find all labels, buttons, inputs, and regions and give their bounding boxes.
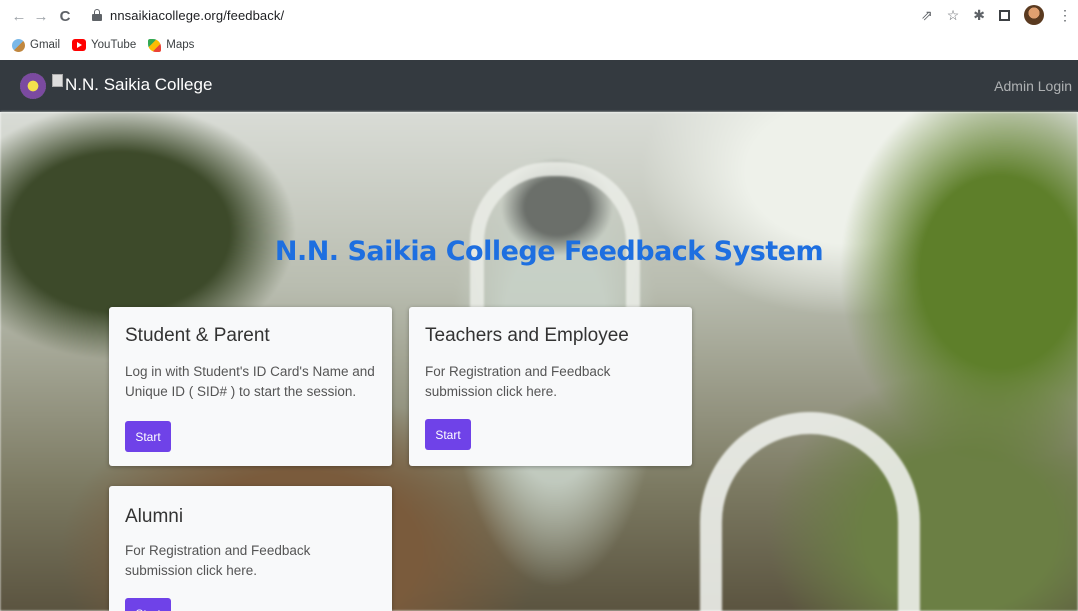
brand-name[interactable]: N.N. Saikia College — [65, 75, 212, 95]
page-title: N.N. Saikia College Feedback System — [274, 236, 824, 267]
browser-actions: ⇗ ☆ ✱ ⋮ — [921, 4, 1072, 26]
broken-image-icon — [52, 73, 63, 87]
bookmark-label: Gmail — [30, 39, 61, 51]
gmail-icon — [12, 38, 25, 52]
bookmark-gmail[interactable]: Gmail — [12, 38, 61, 52]
maps-icon — [148, 38, 162, 52]
card-title: Student & Parent — [125, 325, 270, 346]
extensions-puzzle-icon[interactable]: ✱ — [973, 7, 985, 24]
card-title: Alumni — [125, 506, 184, 527]
forward-arrow-icon[interactable]: → — [30, 5, 52, 27]
youtube-icon — [72, 39, 87, 51]
window-square-icon[interactable] — [999, 9, 1010, 21]
profile-avatar[interactable] — [1024, 5, 1044, 25]
gate-arch-shape — [700, 412, 920, 611]
card-teachers-employee: Teachers and Employee For Registration a… — [409, 307, 692, 466]
card-text: For Registration and Feedback submission… — [425, 364, 611, 399]
admin-login-link[interactable]: Admin Login — [994, 78, 1072, 94]
card-alumni: Alumni For Registration and Feedback sub… — [109, 486, 392, 611]
star-icon[interactable]: ☆ — [947, 7, 960, 24]
card-text: Log in with Student's ID Card's Name and… — [125, 364, 375, 399]
bookmark-label: Maps — [166, 39, 195, 51]
back-arrow-icon[interactable]: ← — [8, 5, 30, 27]
card-title: Teachers and Employee — [425, 325, 629, 346]
lock-icon[interactable] — [92, 9, 102, 21]
bookmarks-bar: Gmail YouTube Maps — [0, 32, 1078, 58]
card-text: For Registration and Feedback submission… — [125, 543, 311, 578]
reload-icon[interactable]: C — [54, 5, 76, 27]
card-student-parent: Student & Parent Log in with Student's I… — [109, 307, 392, 466]
bookmark-label: YouTube — [91, 39, 137, 51]
more-menu-icon[interactable]: ⋮ — [1058, 7, 1072, 24]
college-logo-icon[interactable] — [20, 73, 46, 99]
url-text[interactable]: nnsaikiacollege.org/feedback/ — [110, 8, 284, 23]
start-teachers-button[interactable]: Start — [425, 419, 471, 450]
bookmark-youtube[interactable]: YouTube — [72, 39, 136, 51]
start-alumni-button[interactable]: Start — [125, 598, 171, 611]
address-bar[interactable]: nnsaikiacollege.org/feedback/ — [92, 4, 284, 26]
browser-toolbar: ← → C nnsaikiacollege.org/feedback/ ⇗ ☆ … — [0, 0, 1078, 32]
bookmark-maps[interactable]: Maps — [148, 38, 195, 52]
share-icon[interactable]: ⇗ — [921, 7, 933, 24]
site-navbar: N.N. Saikia College Admin Login — [0, 60, 1078, 112]
start-student-button[interactable]: Start — [125, 421, 171, 452]
